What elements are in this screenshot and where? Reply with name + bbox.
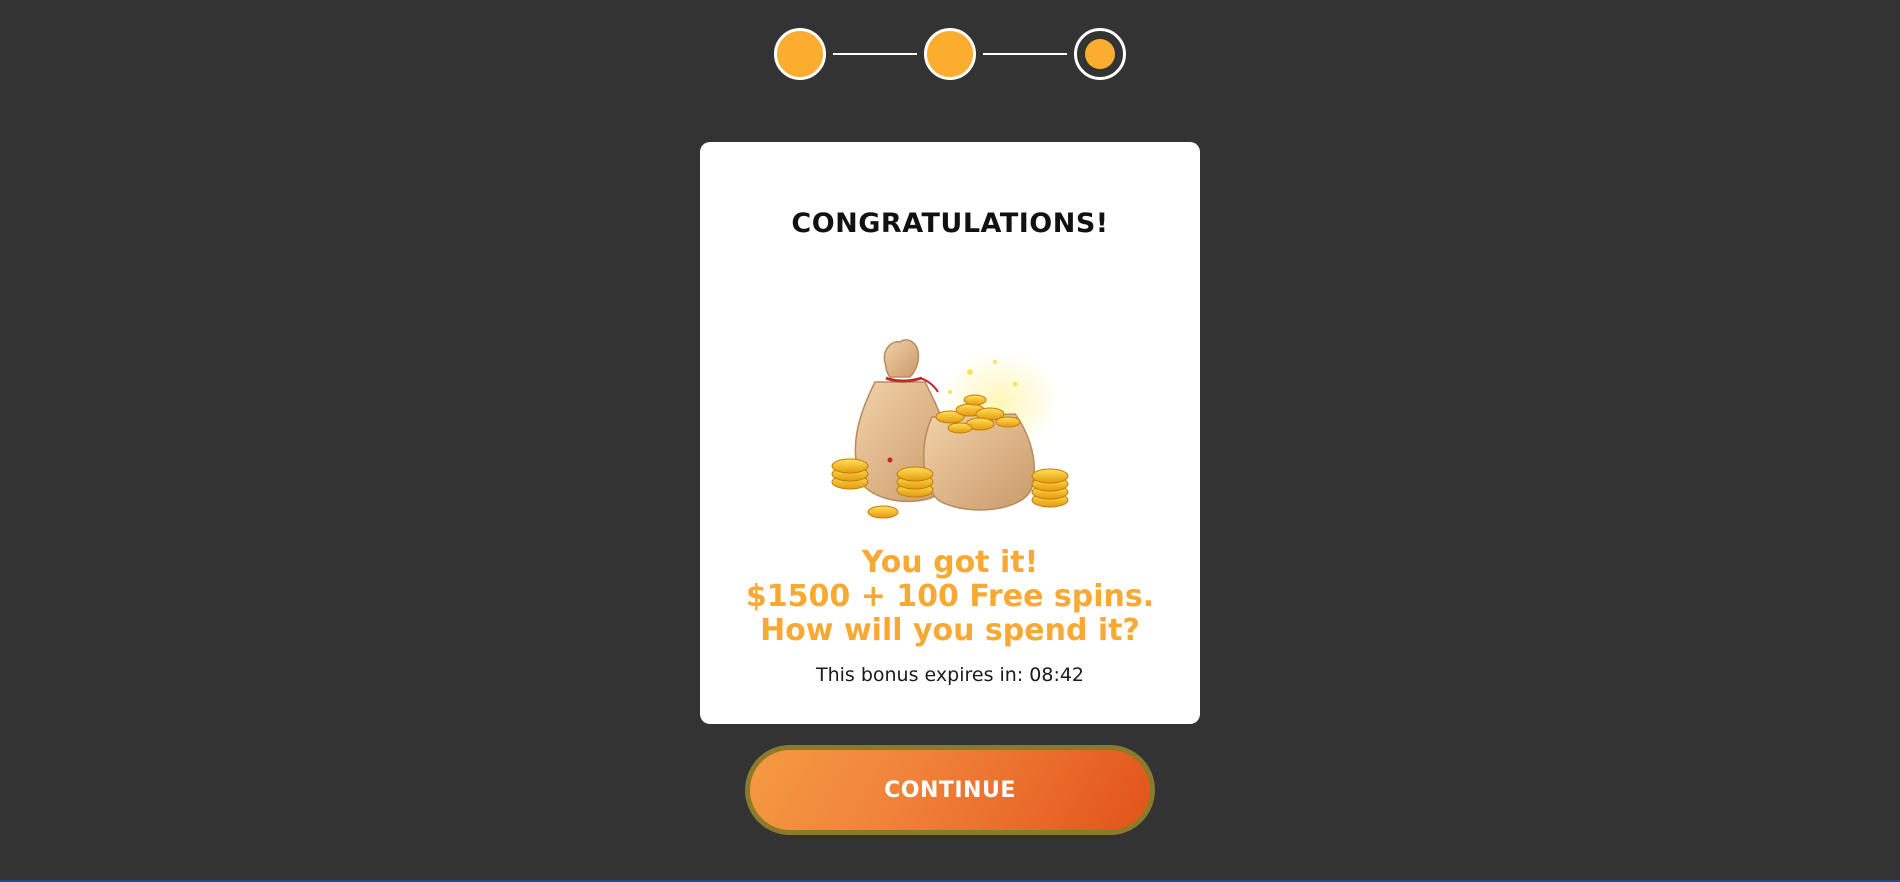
headline-line: You got it! — [861, 545, 1039, 580]
money-bags-icon — [830, 339, 1069, 519]
bonus-expiry-timer: This bonus expires in: 08:42 — [815, 664, 1085, 686]
step-connector — [833, 53, 917, 55]
bonus-amount: $1500 + 100 Free spins. — [745, 579, 1155, 614]
bonus-headline: You got it! $1500 + 100 Free spins. How … — [700, 546, 1200, 648]
congratulations-card: CONGRATULATIONS! You got it! $1500 + 100… — [700, 142, 1200, 724]
step-3-current — [1074, 28, 1126, 80]
card-title: CONGRATULATIONS! — [791, 208, 1109, 239]
step-1-completed — [774, 28, 826, 80]
continue-button[interactable]: CONTINUE — [745, 745, 1155, 835]
step-2-completed — [924, 28, 976, 80]
headline-line: How will you spend it? — [760, 613, 1140, 648]
current-step-dot — [1085, 39, 1115, 69]
progress-stepper — [774, 28, 1126, 80]
step-connector — [983, 53, 1067, 55]
